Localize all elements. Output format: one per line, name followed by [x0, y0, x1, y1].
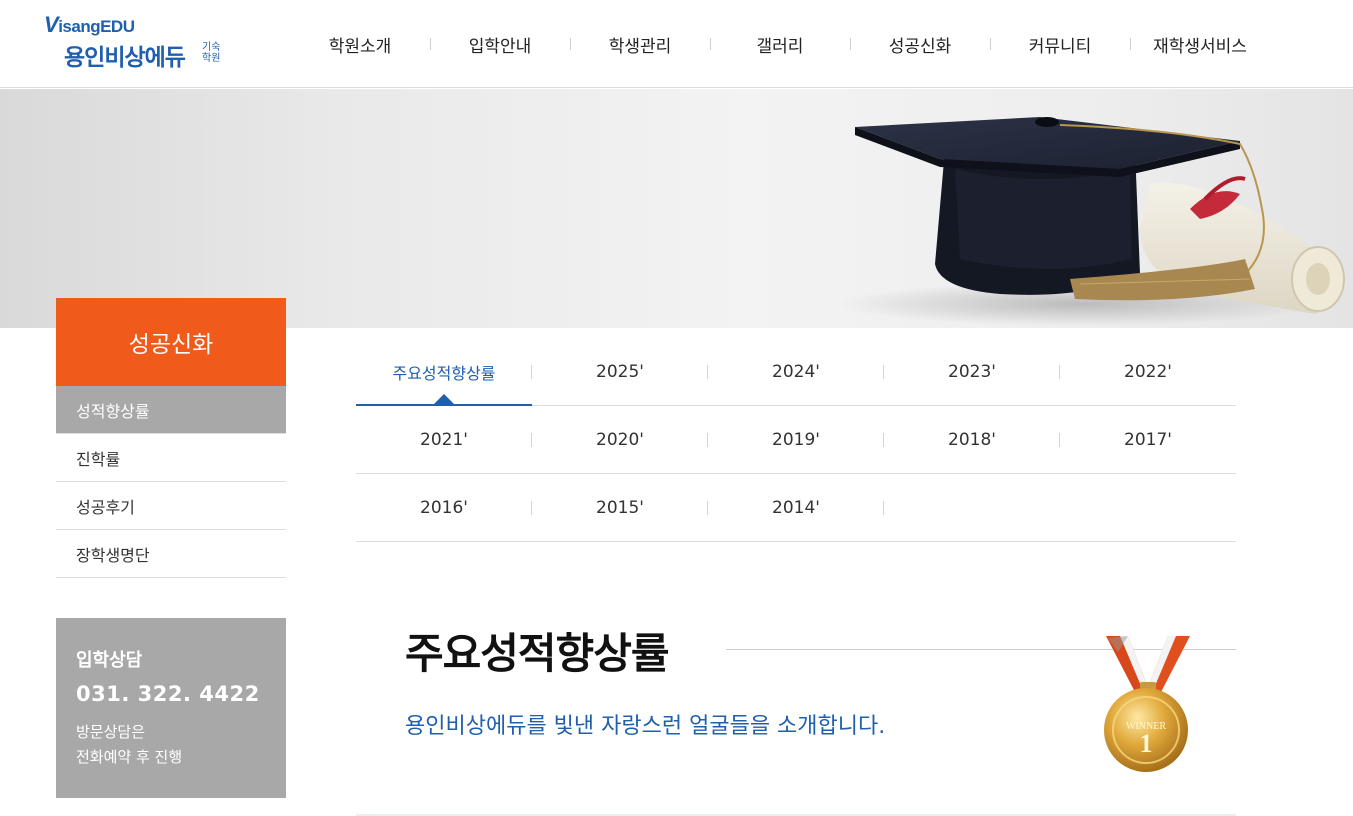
- tab-year-2016[interactable]: 2016': [356, 474, 532, 541]
- sidebar-item-admission-rate[interactable]: 진학률: [56, 434, 286, 482]
- winner-medal-icon: WINNER 1: [1104, 636, 1190, 772]
- tab-main-improvement[interactable]: 주요성적향상률: [356, 338, 532, 406]
- tab-year-2024[interactable]: 2024': [708, 338, 884, 405]
- tab-year-2018[interactable]: 2018': [884, 406, 1060, 473]
- consult-phone[interactable]: 031. 322. 4422: [76, 682, 266, 706]
- consult-title: 입학상담: [76, 650, 143, 671]
- consult-box: 입학상담 031. 322. 4422 방문상담은 전화예약 후 진행: [56, 618, 286, 798]
- tab-year-2015[interactable]: 2015': [532, 474, 708, 541]
- active-tab-caret-icon: [434, 394, 454, 404]
- nav-item-student-service[interactable]: 재학생서비스: [1130, 0, 1270, 88]
- main-nav: 학원소개 입학안내 학생관리 갤러리 성공신화 커뮤니티 재학생서비스: [290, 0, 1270, 88]
- logo-brand-top: VisangEDU: [44, 12, 135, 38]
- site-header: VisangEDU 용인비상에듀 기숙학원 학원소개 입학안내 학생관리 갤러리…: [0, 0, 1353, 88]
- consult-note-line2: 전화예약 후 진행: [76, 748, 183, 766]
- site-logo[interactable]: VisangEDU 용인비상에듀 기숙학원: [44, 12, 244, 72]
- tab-label: 주요성적향상률: [392, 363, 496, 383]
- logo-brand-sub: 기숙학원: [202, 42, 221, 64]
- graduation-cap-diploma-icon: [840, 117, 1345, 326]
- tab-row: 2016' 2015' 2014': [356, 474, 1236, 542]
- nav-item-about[interactable]: 학원소개: [290, 0, 430, 88]
- tab-year-2022[interactable]: 2022': [1060, 338, 1236, 405]
- tab-year-2019[interactable]: 2019': [708, 406, 884, 473]
- nav-item-community[interactable]: 커뮤니티: [990, 0, 1130, 88]
- nav-item-success[interactable]: 성공신화: [850, 0, 990, 88]
- page-title: 주요성적향상률: [405, 629, 669, 678]
- tab-year-2020[interactable]: 2020': [532, 406, 708, 473]
- nav-item-student-care[interactable]: 학생관리: [570, 0, 710, 88]
- tab-year-2017[interactable]: 2017': [1060, 406, 1236, 473]
- logo-v-mark: V: [44, 12, 59, 37]
- tab-year-2025[interactable]: 2025': [532, 338, 708, 405]
- medal-number: 1: [1140, 729, 1153, 758]
- sidebar-item-grade-improvement[interactable]: 성적향상률: [56, 386, 286, 434]
- tab-year-2023[interactable]: 2023': [884, 338, 1060, 405]
- hero-banner: [0, 89, 1353, 328]
- sidebar-item-scholarship-list[interactable]: 장학생명단: [56, 530, 286, 578]
- nav-item-admission[interactable]: 입학안내: [430, 0, 570, 88]
- nav-item-gallery[interactable]: 갤러리: [710, 0, 850, 88]
- year-tabs: 주요성적향상률 2025' 2024' 2023' 2022' 2021' 20…: [356, 338, 1236, 542]
- tab-row: 주요성적향상률 2025' 2024' 2023' 2022': [356, 338, 1236, 406]
- tab-year-2014[interactable]: 2014': [708, 474, 884, 541]
- consult-note: 방문상담은 전화예약 후 진행: [76, 720, 266, 770]
- sidebar-menu: 성적향상률 진학률 성공후기 장학생명단: [56, 386, 286, 578]
- tab-row: 2021' 2020' 2019' 2018' 2017': [356, 406, 1236, 474]
- tab-year-2021[interactable]: 2021': [356, 406, 532, 473]
- consult-note-line1: 방문상담은: [76, 723, 146, 741]
- logo-brand-main: 용인비상에듀: [64, 45, 186, 71]
- sidebar-title: 성공신화: [56, 298, 286, 386]
- logo-brand-text: isangEDU: [58, 17, 135, 36]
- sidebar-item-success-stories[interactable]: 성공후기: [56, 482, 286, 530]
- page-subtitle: 용인비상에듀를 빛낸 자랑스런 얼굴들을 소개합니다.: [405, 714, 886, 739]
